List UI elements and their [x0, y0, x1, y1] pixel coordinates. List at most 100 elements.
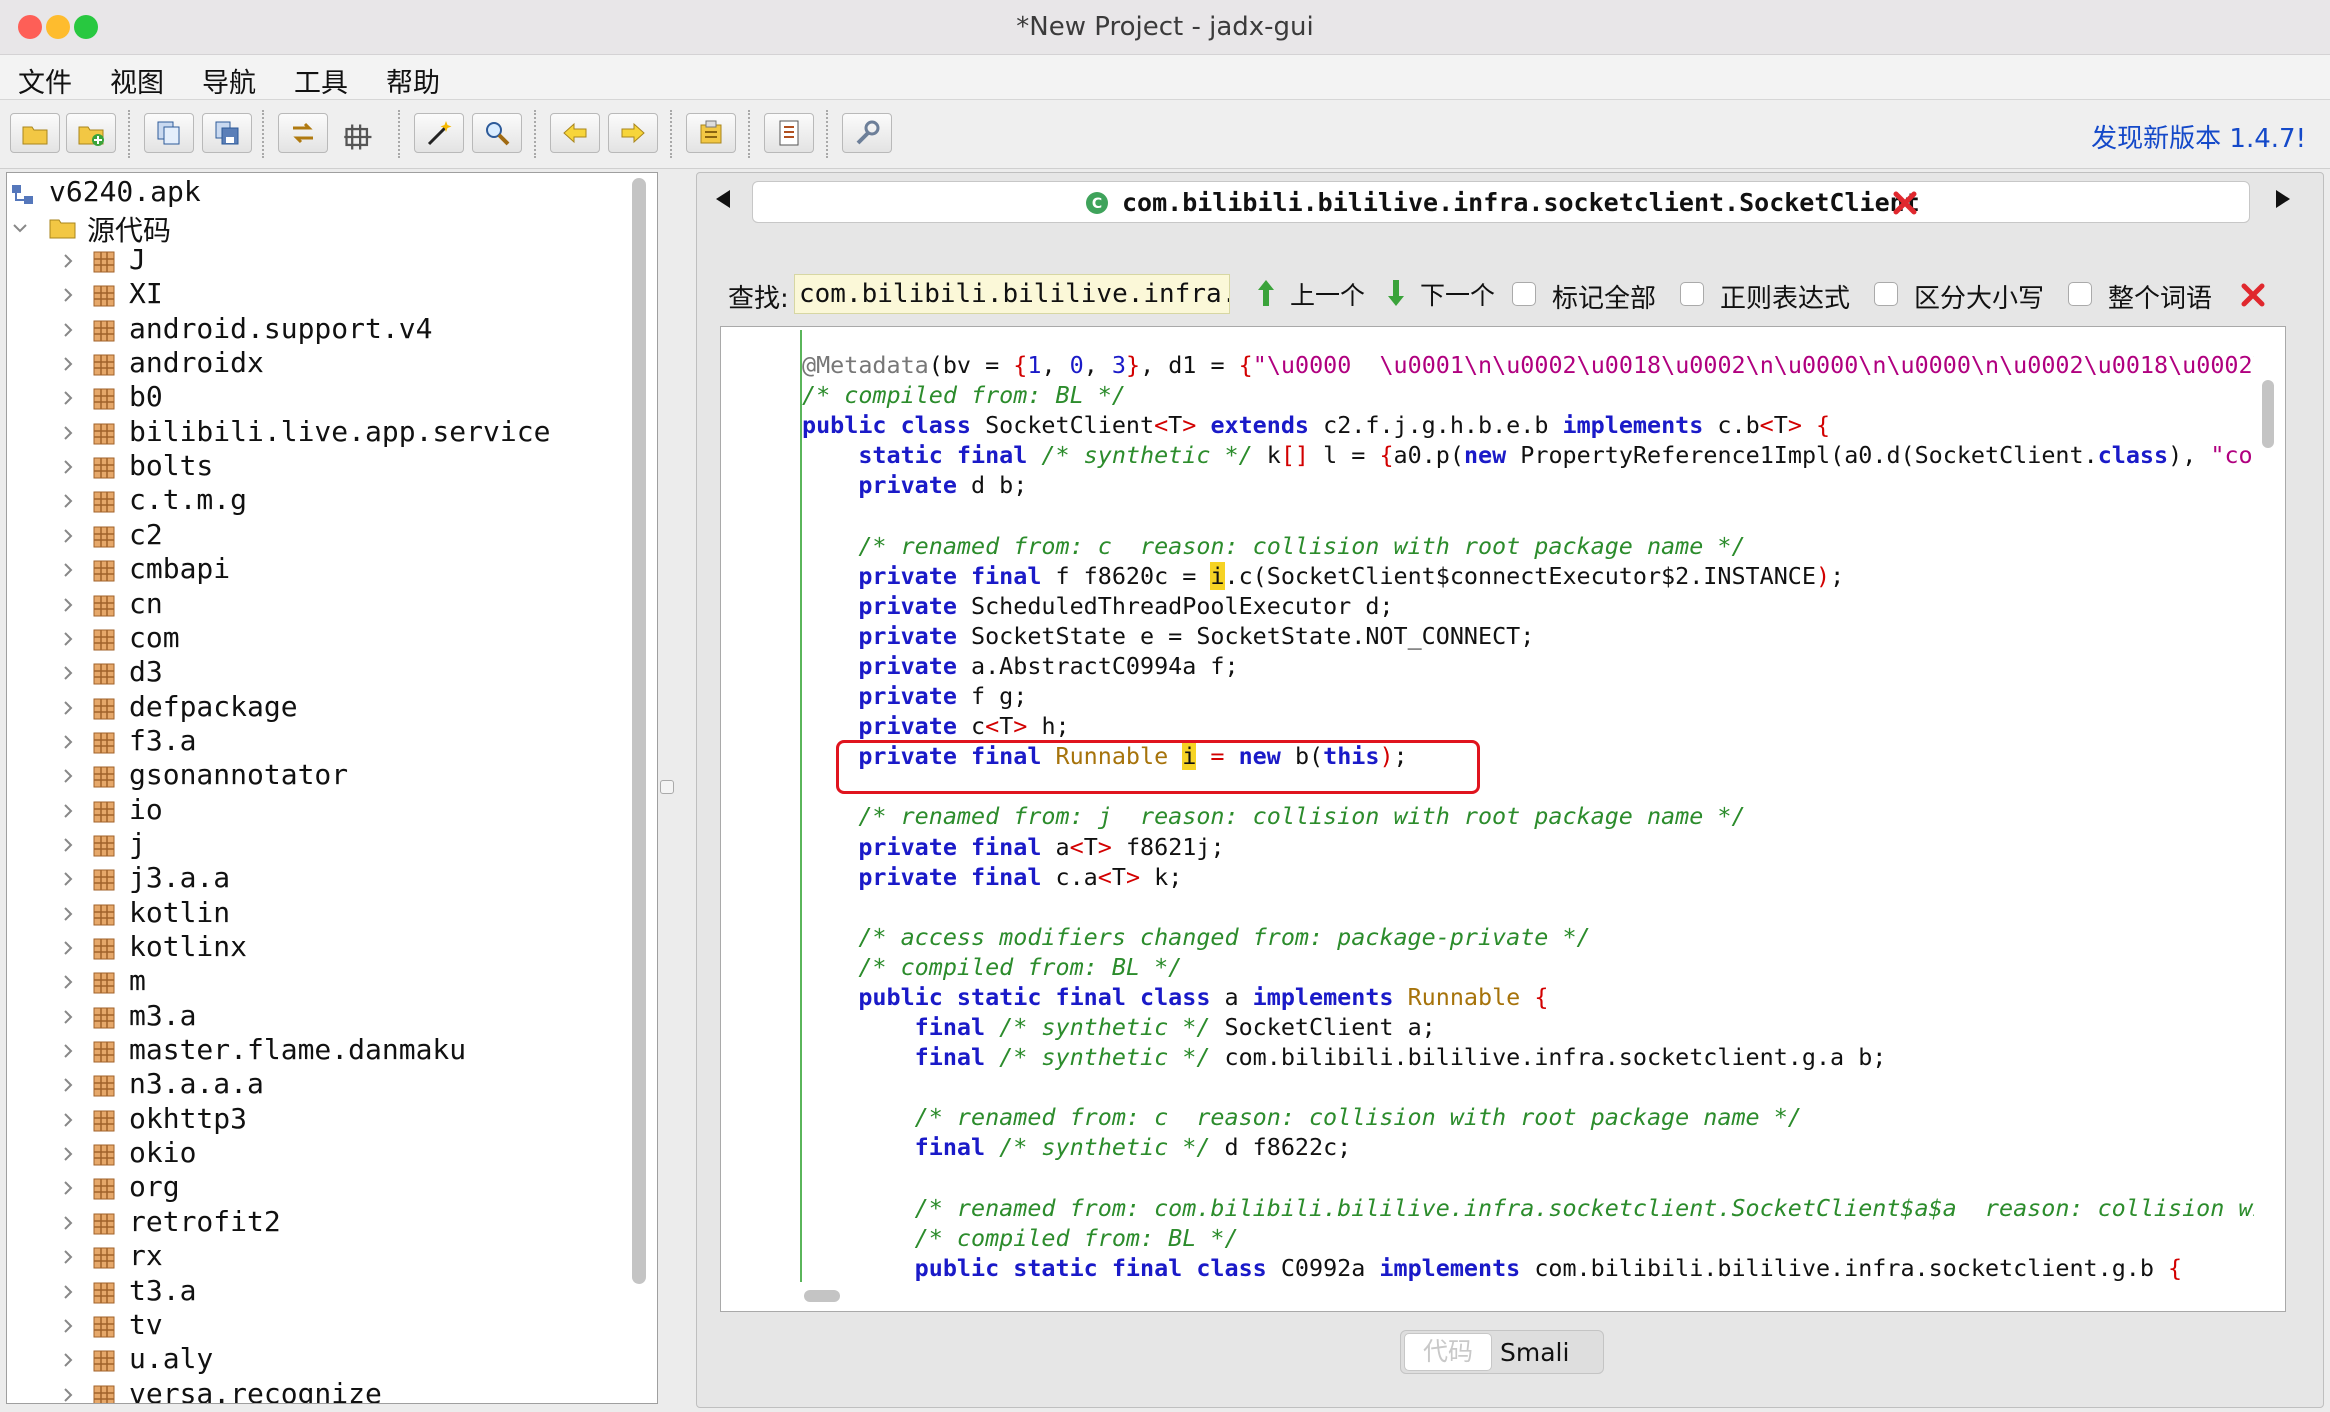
chevron-right-icon[interactable]	[59, 836, 77, 854]
menu-tools[interactable]: 工具	[294, 61, 348, 100]
tree-package-item[interactable]: n3.a.a.a	[7, 1067, 627, 1103]
tree-package-item[interactable]: bolts	[7, 449, 627, 485]
chevron-right-icon[interactable]	[59, 664, 77, 682]
tree-package-item[interactable]: android.support.v4	[7, 312, 627, 348]
log-viewer-button[interactable]	[764, 113, 814, 153]
save-all-button[interactable]	[202, 113, 252, 153]
tree-package-item[interactable]: XI	[7, 277, 627, 313]
tree-package-item[interactable]: t3.a	[7, 1274, 627, 1310]
deobfuscation-button[interactable]	[414, 113, 464, 153]
chevron-right-icon[interactable]	[59, 286, 77, 304]
chevron-right-icon[interactable]	[59, 1008, 77, 1026]
chevron-right-icon[interactable]	[59, 1351, 77, 1369]
search-prev-button[interactable]: 上一个	[1290, 276, 1365, 312]
tree-scrollbar[interactable]	[632, 178, 646, 1284]
chevron-right-icon[interactable]	[59, 1214, 77, 1232]
menu-view[interactable]: 视图	[110, 61, 164, 100]
tree-package-item[interactable]: androidx	[7, 346, 627, 382]
close-search-icon[interactable]	[2240, 282, 2266, 308]
chevron-right-icon[interactable]	[59, 1248, 77, 1266]
tree-package-item[interactable]: cmbapi	[7, 552, 627, 588]
chevron-right-icon[interactable]	[59, 252, 77, 270]
chevron-right-icon[interactable]	[59, 973, 77, 991]
tree-package-item[interactable]: kotlinx	[7, 930, 627, 966]
tree-package-item[interactable]: b0	[7, 380, 627, 416]
tree-package-item[interactable]: bilibili.live.app.service	[7, 415, 627, 451]
copy-button[interactable]	[144, 113, 194, 153]
arrow-down-icon[interactable]	[1386, 278, 1406, 308]
tree-package-item[interactable]: c2	[7, 518, 627, 554]
sync-button[interactable]	[278, 113, 328, 153]
tab-scroll-left-icon[interactable]	[714, 188, 734, 210]
mark-all-checkbox[interactable]	[1512, 282, 1536, 306]
tab-scroll-right-icon[interactable]	[2272, 188, 2292, 210]
tree-package-item[interactable]: f3.a	[7, 724, 627, 760]
chevron-right-icon[interactable]	[59, 596, 77, 614]
regex-checkbox[interactable]	[1680, 282, 1704, 306]
chevron-right-icon[interactable]	[59, 1283, 77, 1301]
tree-package-item[interactable]: master.flame.danmaku	[7, 1033, 627, 1069]
chevron-right-icon[interactable]	[59, 767, 77, 785]
menu-help[interactable]: 帮助	[386, 61, 440, 100]
tree-package-item[interactable]: org	[7, 1170, 627, 1206]
tree-package-item[interactable]: d3	[7, 655, 627, 691]
tree-package-item[interactable]: com	[7, 621, 627, 657]
chevron-right-icon[interactable]	[59, 424, 77, 442]
view-smali-tab[interactable]: Smali	[1500, 1338, 1569, 1367]
tree-package-item[interactable]: rx	[7, 1239, 627, 1275]
chevron-right-icon[interactable]	[59, 1179, 77, 1197]
new-version-link[interactable]: 发现新版本 1.4.7!	[2091, 118, 2306, 155]
code-text[interactable]: @Metadata(bv = {1, 0, 3}, d1 = {"\u0000 …	[802, 350, 2254, 1282]
view-code-tab[interactable]: 代码	[1404, 1333, 1492, 1371]
chevron-right-icon[interactable]	[59, 1145, 77, 1163]
search-button[interactable]	[472, 113, 522, 153]
tree-package-item[interactable]: u.aly	[7, 1342, 627, 1378]
chevron-right-icon[interactable]	[59, 870, 77, 888]
search-input[interactable]: com.bilibili.bililive.infra.socketclie	[794, 274, 1230, 314]
chevron-right-icon[interactable]	[59, 699, 77, 717]
tree-package-item[interactable]: c.t.m.g	[7, 483, 627, 519]
splitter-handle[interactable]	[660, 780, 674, 794]
settings-button[interactable]	[842, 113, 892, 153]
chevron-right-icon[interactable]	[59, 1386, 77, 1404]
forward-button[interactable]	[608, 113, 658, 153]
whole-word-checkbox[interactable]	[2068, 282, 2092, 306]
tree-package-item[interactable]: retrofit2	[7, 1205, 627, 1241]
chevron-down-icon[interactable]	[11, 219, 29, 237]
tree-package-item[interactable]: okhttp3	[7, 1102, 627, 1138]
case-sensitive-checkbox[interactable]	[1874, 282, 1898, 306]
menu-navigation[interactable]: 导航	[202, 61, 256, 100]
chevron-right-icon[interactable]	[59, 630, 77, 648]
decompile-all-button[interactable]	[686, 113, 736, 153]
chevron-right-icon[interactable]	[59, 802, 77, 820]
tree-package-item[interactable]: j	[7, 827, 627, 863]
tree-package-item[interactable]: okio	[7, 1136, 627, 1172]
tree-package-item[interactable]: kotlin	[7, 896, 627, 932]
tree-package-item[interactable]: J	[7, 243, 627, 279]
code-vertical-scrollbar[interactable]	[2262, 380, 2274, 448]
chevron-right-icon[interactable]	[59, 527, 77, 545]
tree-package-item[interactable]: m	[7, 964, 627, 1000]
tree-package-item[interactable]: gsonannotator	[7, 758, 627, 794]
chevron-right-icon[interactable]	[59, 561, 77, 579]
chevron-right-icon[interactable]	[59, 458, 77, 476]
chevron-right-icon[interactable]	[59, 1111, 77, 1129]
code-horizontal-scrollbar[interactable]	[804, 1290, 840, 1302]
tree-package-item[interactable]: j3.a.a	[7, 861, 627, 897]
search-next-button[interactable]: 下一个	[1420, 276, 1495, 312]
chevron-right-icon[interactable]	[59, 733, 77, 751]
chevron-right-icon[interactable]	[59, 355, 77, 373]
add-file-button[interactable]	[66, 113, 116, 153]
tree-source-node[interactable]: 源代码	[7, 211, 627, 247]
tree-package-item[interactable]: cn	[7, 587, 627, 623]
close-tab-icon[interactable]	[1892, 190, 1918, 216]
open-file-button[interactable]	[10, 113, 60, 153]
project-tree[interactable]: v6240.apk 源代码 J XI android.support.v4 andro…	[6, 172, 658, 1404]
tree-package-item[interactable]: io	[7, 793, 627, 829]
chevron-right-icon[interactable]	[59, 905, 77, 923]
arrow-up-icon[interactable]	[1256, 278, 1276, 308]
flatten-packages-button[interactable]	[342, 120, 382, 160]
tree-root-apk[interactable]: v6240.apk	[7, 175, 627, 211]
tree-package-item[interactable]: tv	[7, 1308, 627, 1344]
back-button[interactable]	[550, 113, 600, 153]
